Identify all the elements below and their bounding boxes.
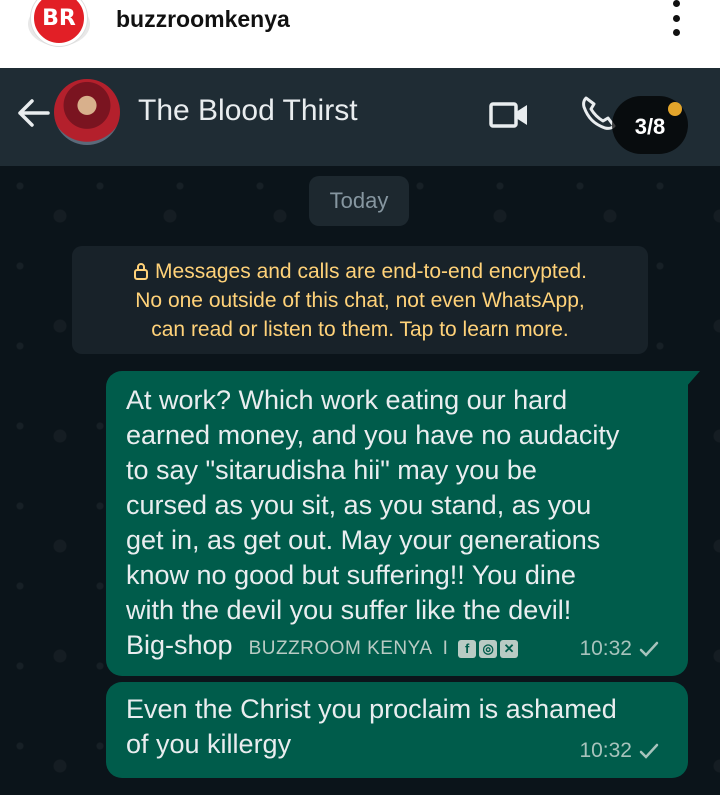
- message-line: Big-shop: [126, 630, 233, 660]
- message-line: Even the Christ you proclaim is ashamed: [126, 694, 617, 724]
- message-line: earned money, and you have no audacity: [126, 420, 620, 450]
- back-arrow-icon[interactable]: [14, 96, 52, 130]
- account-avatar[interactable]: BR: [28, 0, 90, 46]
- chat-area[interactable]: Today Messages and calls are end-to-end …: [0, 166, 720, 795]
- account-username[interactable]: buzzroomkenya: [116, 6, 290, 33]
- message-time: 10:32: [579, 637, 632, 660]
- more-options-icon[interactable]: [668, 0, 684, 36]
- video-call-icon[interactable]: [488, 98, 530, 132]
- message-line: At work? Which work eating our hard: [126, 385, 568, 415]
- encryption-text-3: can read or listen to them. Tap to learn…: [151, 318, 569, 341]
- watermark: BUZZROOM KENYA I f ◎ ✕: [249, 631, 519, 666]
- encryption-text-2: No one outside of this chat, not even Wh…: [135, 289, 585, 312]
- encryption-notice[interactable]: Messages and calls are end-to-end encryp…: [72, 246, 648, 354]
- sent-check-icon: [639, 743, 659, 759]
- buzzroom-logo: BR: [31, 0, 87, 46]
- chat-header: The Blood Thirst 3/8: [0, 68, 720, 166]
- contact-name[interactable]: The Blood Thirst: [138, 94, 358, 128]
- message-line: to say "sitarudisha hii" may you be: [126, 455, 537, 485]
- outgoing-message[interactable]: At work? Which work eating our hard earn…: [106, 371, 700, 676]
- sent-check-icon: [639, 641, 659, 657]
- voice-call-icon[interactable]: [580, 94, 616, 132]
- facebook-icon: f: [458, 639, 477, 658]
- post-header: BR buzzroomkenya: [0, 0, 720, 68]
- lock-icon: [134, 263, 149, 280]
- logo-dot: [668, 102, 682, 116]
- message-meta: 10:32: [579, 733, 660, 768]
- date-chip: Today: [309, 176, 409, 226]
- message-time: 10:32: [579, 739, 632, 762]
- outgoing-message[interactable]: Even the Christ you proclaim is ashamed …: [106, 682, 688, 778]
- x-icon: ✕: [500, 639, 519, 658]
- instagram-icon: ◎: [479, 639, 498, 658]
- message-line: cursed as you sit, as you stand, as you: [126, 490, 592, 520]
- message-line: get in, as get out. May your generations: [126, 525, 601, 555]
- message-meta: 10:32: [579, 631, 660, 666]
- watermark-separator: I: [442, 638, 449, 659]
- contact-avatar[interactable]: [54, 79, 120, 145]
- message-line: know no good but suffering!! You dine: [126, 560, 576, 590]
- encryption-text-1: Messages and calls are end-to-end encryp…: [155, 260, 587, 283]
- message-line: with the devil you suffer like the devil…: [126, 595, 572, 625]
- watermark-text: BUZZROOM KENYA: [248, 638, 433, 659]
- encryption-line: Messages and calls are end-to-end encryp…: [72, 257, 648, 286]
